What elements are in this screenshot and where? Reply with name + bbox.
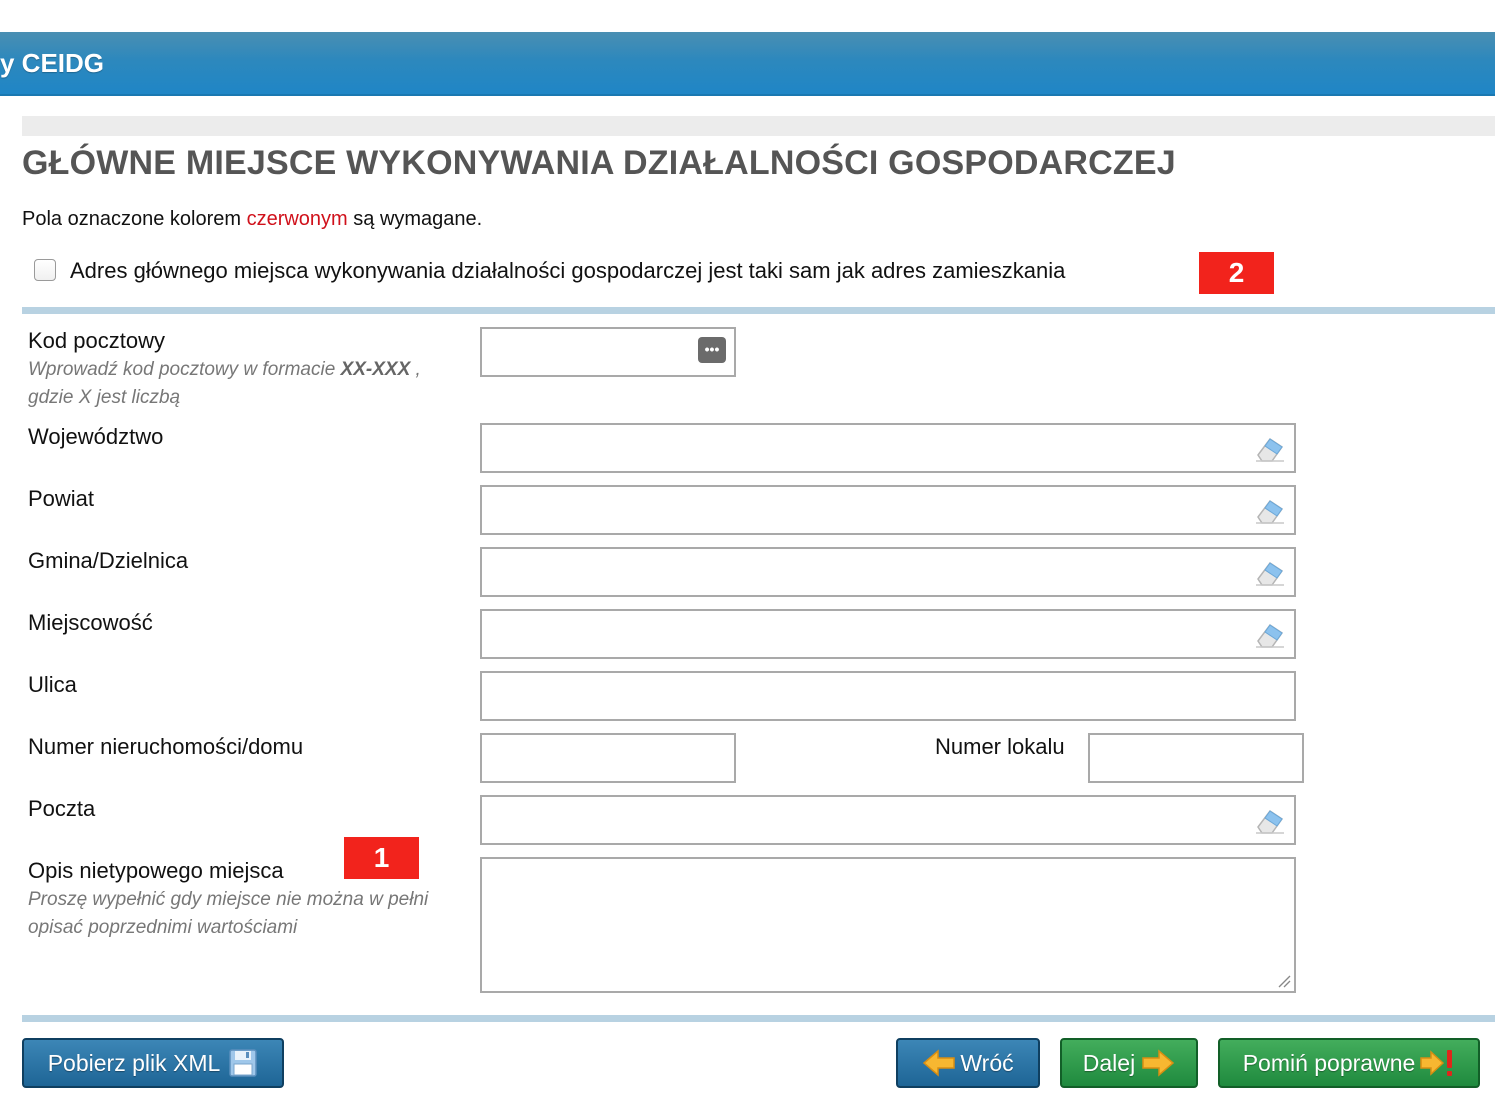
post-office-input[interactable]: [480, 795, 1296, 845]
required-fields-note: Pola oznaczone kolorem czerwonym są wyma…: [22, 208, 482, 231]
postal-code-format: XX-XXX: [340, 359, 411, 380]
download-xml-button[interactable]: Pobierz plik XML: [22, 1038, 284, 1088]
street-input[interactable]: [480, 671, 1296, 721]
page-title: GŁÓWNE MIEJSCE WYKONYWANIA DZIAŁALNOŚCI …: [22, 144, 1176, 182]
divider-bottom: [22, 1015, 1495, 1022]
description-hint-1: Proszę wypełnić gdy miejsce nie można w …: [28, 889, 429, 910]
section-top-strip: [22, 116, 1495, 136]
postal-code-hint-text-2: gdzie X jest liczbą: [28, 387, 181, 408]
note-required-word: czerwonym: [246, 208, 348, 230]
street-label: Ulica: [28, 672, 77, 697]
postal-code-hint: Wprowadź kod pocztowy w formacie XX-XXX …: [28, 356, 421, 412]
arrow-left-icon: [923, 1049, 956, 1077]
skip-valid-label: Pomiń poprawne: [1242, 1049, 1416, 1076]
annotation-badge-2: 2: [1199, 252, 1274, 294]
apartment-number-input[interactable]: [1088, 733, 1304, 783]
house-number-label: Numer nieruchomości/domu: [28, 734, 304, 759]
note-suffix: są wymagane.: [347, 208, 483, 230]
divider-top: [22, 307, 1495, 314]
description-hint-2: opisać poprzednimi wartościami: [28, 917, 298, 938]
note-prefix: Pola oznaczone kolorem: [22, 208, 247, 230]
description-label: Opis nietypowego miejsca: [28, 858, 284, 883]
top-banner: y CEIDG: [0, 32, 1495, 96]
postal-code-hint-comma: ,: [410, 359, 421, 380]
post-office-label: Poczta: [28, 796, 96, 821]
eraser-icon[interactable]: [1254, 433, 1286, 463]
house-number-input[interactable]: [480, 733, 736, 783]
skip-valid-button[interactable]: Pomiń poprawne: [1218, 1038, 1480, 1088]
county-label: Powiat: [28, 486, 95, 511]
download-xml-label: Pobierz plik XML: [47, 1049, 221, 1076]
locality-label: Miejscowość: [28, 610, 153, 635]
municipality-input[interactable]: [480, 547, 1296, 597]
same-address-label[interactable]: Adres głównego miejsca wykonywania dział…: [70, 258, 1065, 284]
eraser-icon[interactable]: [1254, 805, 1286, 835]
same-address-checkbox[interactable]: [34, 259, 56, 281]
eraser-icon[interactable]: [1254, 495, 1286, 525]
locality-input[interactable]: [480, 609, 1296, 659]
eraser-icon[interactable]: [1254, 557, 1286, 587]
annotation-badge-1: 1: [344, 837, 419, 879]
description-hint: Proszę wypełnić gdy miejsce nie można w …: [28, 886, 428, 942]
ellipsis-icon[interactable]: •••: [698, 337, 726, 363]
municipality-label: Gmina/Dzielnica: [28, 548, 189, 573]
postal-code-input[interactable]: •••: [480, 327, 736, 377]
postal-code-label: Kod pocztowy: [28, 328, 165, 353]
resize-handle-icon[interactable]: [1277, 974, 1291, 988]
app-title: y CEIDG: [0, 48, 105, 78]
next-label: Dalej: [1082, 1049, 1136, 1076]
apartment-number-label: Numer lokalu: [935, 734, 1065, 759]
back-label: Wróć: [960, 1049, 1014, 1076]
eraser-icon[interactable]: [1254, 619, 1286, 649]
arrow-right-icon: [1142, 1049, 1175, 1077]
description-textarea[interactable]: [480, 857, 1296, 993]
voivodeship-label: Województwo: [28, 424, 164, 449]
county-input[interactable]: [480, 485, 1296, 535]
voivodeship-input[interactable]: [480, 423, 1296, 473]
floppy-disk-icon: [229, 1049, 258, 1077]
back-button[interactable]: Wróć: [896, 1038, 1040, 1088]
arrow-right-exclamation-icon: [1420, 1050, 1453, 1076]
postal-code-hint-text: Wprowadź kod pocztowy w formacie: [28, 359, 341, 380]
next-button[interactable]: Dalej: [1060, 1038, 1198, 1088]
